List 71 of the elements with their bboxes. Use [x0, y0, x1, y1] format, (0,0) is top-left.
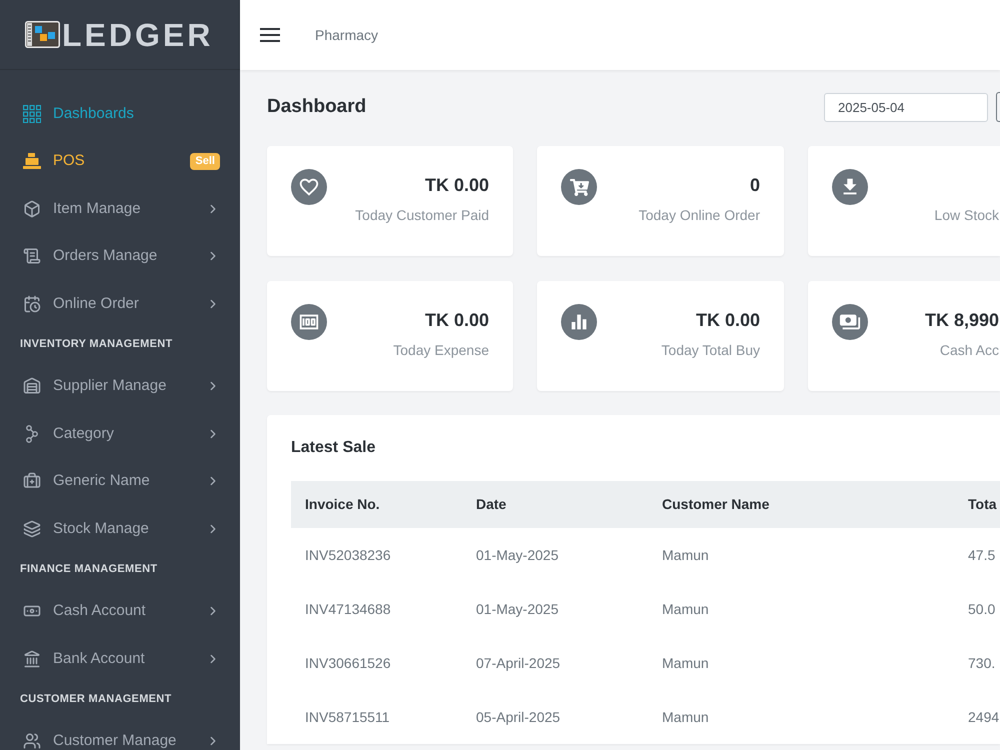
table-cell-text: 2494	[967, 708, 1000, 726]
sidebar-item[interactable]: Dashboards	[0, 90, 240, 138]
table-cell-text: 01-May-2025	[475, 600, 560, 619]
stat-value: TK 0.00	[696, 309, 760, 332]
logo-icon	[25, 21, 60, 48]
sidebar-item[interactable]: Customer Manage	[0, 718, 240, 750]
table-cell-text: INV58715511	[304, 708, 391, 726]
sidebar-item[interactable]: Item Manage	[0, 185, 240, 232]
nodes-icon	[25, 424, 39, 443]
stat-label: Today Customer Paid	[355, 206, 489, 225]
stat-label: Low Stock	[934, 206, 999, 225]
users-icon	[23, 732, 41, 750]
table-cell-text: Mamun	[661, 546, 710, 564]
cash-register-icon	[23, 153, 41, 170]
column-header: Date	[475, 495, 508, 514]
table-cell-text: Mamun	[661, 708, 710, 726]
table-cell-text: INV30661526	[304, 654, 392, 672]
sidebar-item[interactable]: Orders Manage	[0, 232, 240, 280]
stat-label: Today Expense	[393, 341, 489, 360]
menu-button[interactable]	[260, 25, 280, 45]
table-cell-text: Mamun	[661, 654, 710, 672]
sidebar-item[interactable]: Stock Manage	[0, 505, 240, 552]
sidebar-item[interactable]: Supplier Manage	[0, 362, 240, 410]
side-button[interactable]	[996, 92, 1000, 122]
stat-label: Today Total Buy	[661, 341, 760, 360]
nav-badge: Sell	[190, 152, 220, 170]
header-title: Pharmacy	[315, 26, 378, 45]
sidebar-item[interactable]: Online Order	[0, 280, 240, 328]
banknotes-icon	[832, 304, 868, 340]
table-cell-text: 05-April-2025	[475, 708, 562, 727]
section-heading: FINANCE MANAGEMENT	[20, 562, 158, 576]
warehouse-icon	[23, 377, 41, 396]
stat-value: TK 0.00	[424, 309, 489, 332]
table-cell-text: Mamun	[661, 600, 710, 618]
grid-icon	[23, 104, 41, 123]
stat-value: TK 8,990	[924, 309, 999, 332]
card-title: Latest Sale	[291, 439, 376, 457]
page-title: Dashboard	[267, 94, 366, 119]
sidebar-item[interactable]: Cash Account	[0, 588, 240, 635]
table-cell-text: 730.	[967, 654, 996, 672]
date-field[interactable]: 2025-05-04	[824, 92, 988, 122]
table-cell-text: INV52038236	[304, 546, 392, 564]
column-header: Tota	[967, 495, 998, 514]
table-cell-text: 07-April-2025	[475, 654, 562, 673]
column-header: Invoice No.	[304, 495, 381, 514]
stat-value: TK 0.00	[424, 174, 489, 197]
table-cell-text: INV47134688	[304, 600, 392, 618]
sidebar-item[interactable]: Generic Name	[0, 458, 240, 505]
table-cell-text: 50.0	[967, 600, 996, 618]
menu-icon	[260, 28, 280, 42]
document-icon	[23, 247, 41, 266]
bar-chart-icon	[561, 304, 597, 340]
stat-label: Today Online Order	[638, 206, 760, 225]
bank-icon	[23, 650, 41, 668]
calendar-clock-icon	[23, 294, 41, 313]
section-heading: CUSTOMER MANAGEMENT	[20, 692, 172, 706]
layers-icon	[23, 520, 41, 538]
bill-icon	[291, 304, 327, 340]
cube-icon	[23, 200, 41, 218]
sidebar-item[interactable]: POS Sell	[0, 138, 240, 185]
download-icon	[832, 169, 868, 205]
stat-value: 0	[750, 174, 760, 197]
section-heading: INVENTORY MANAGEMENT	[20, 336, 172, 352]
logo-text: LEDGER	[62, 18, 214, 52]
medical-kit-icon	[23, 472, 41, 490]
table-cell-text: 47.5	[967, 546, 996, 564]
sidebar-item[interactable]: Bank Account	[0, 635, 240, 682]
stat-label: Cash Acc	[940, 341, 999, 360]
table-cell-text: 01-May-2025	[475, 546, 560, 565]
sidebar-item[interactable]: Category	[0, 410, 240, 458]
column-header: Customer Name	[661, 495, 770, 514]
